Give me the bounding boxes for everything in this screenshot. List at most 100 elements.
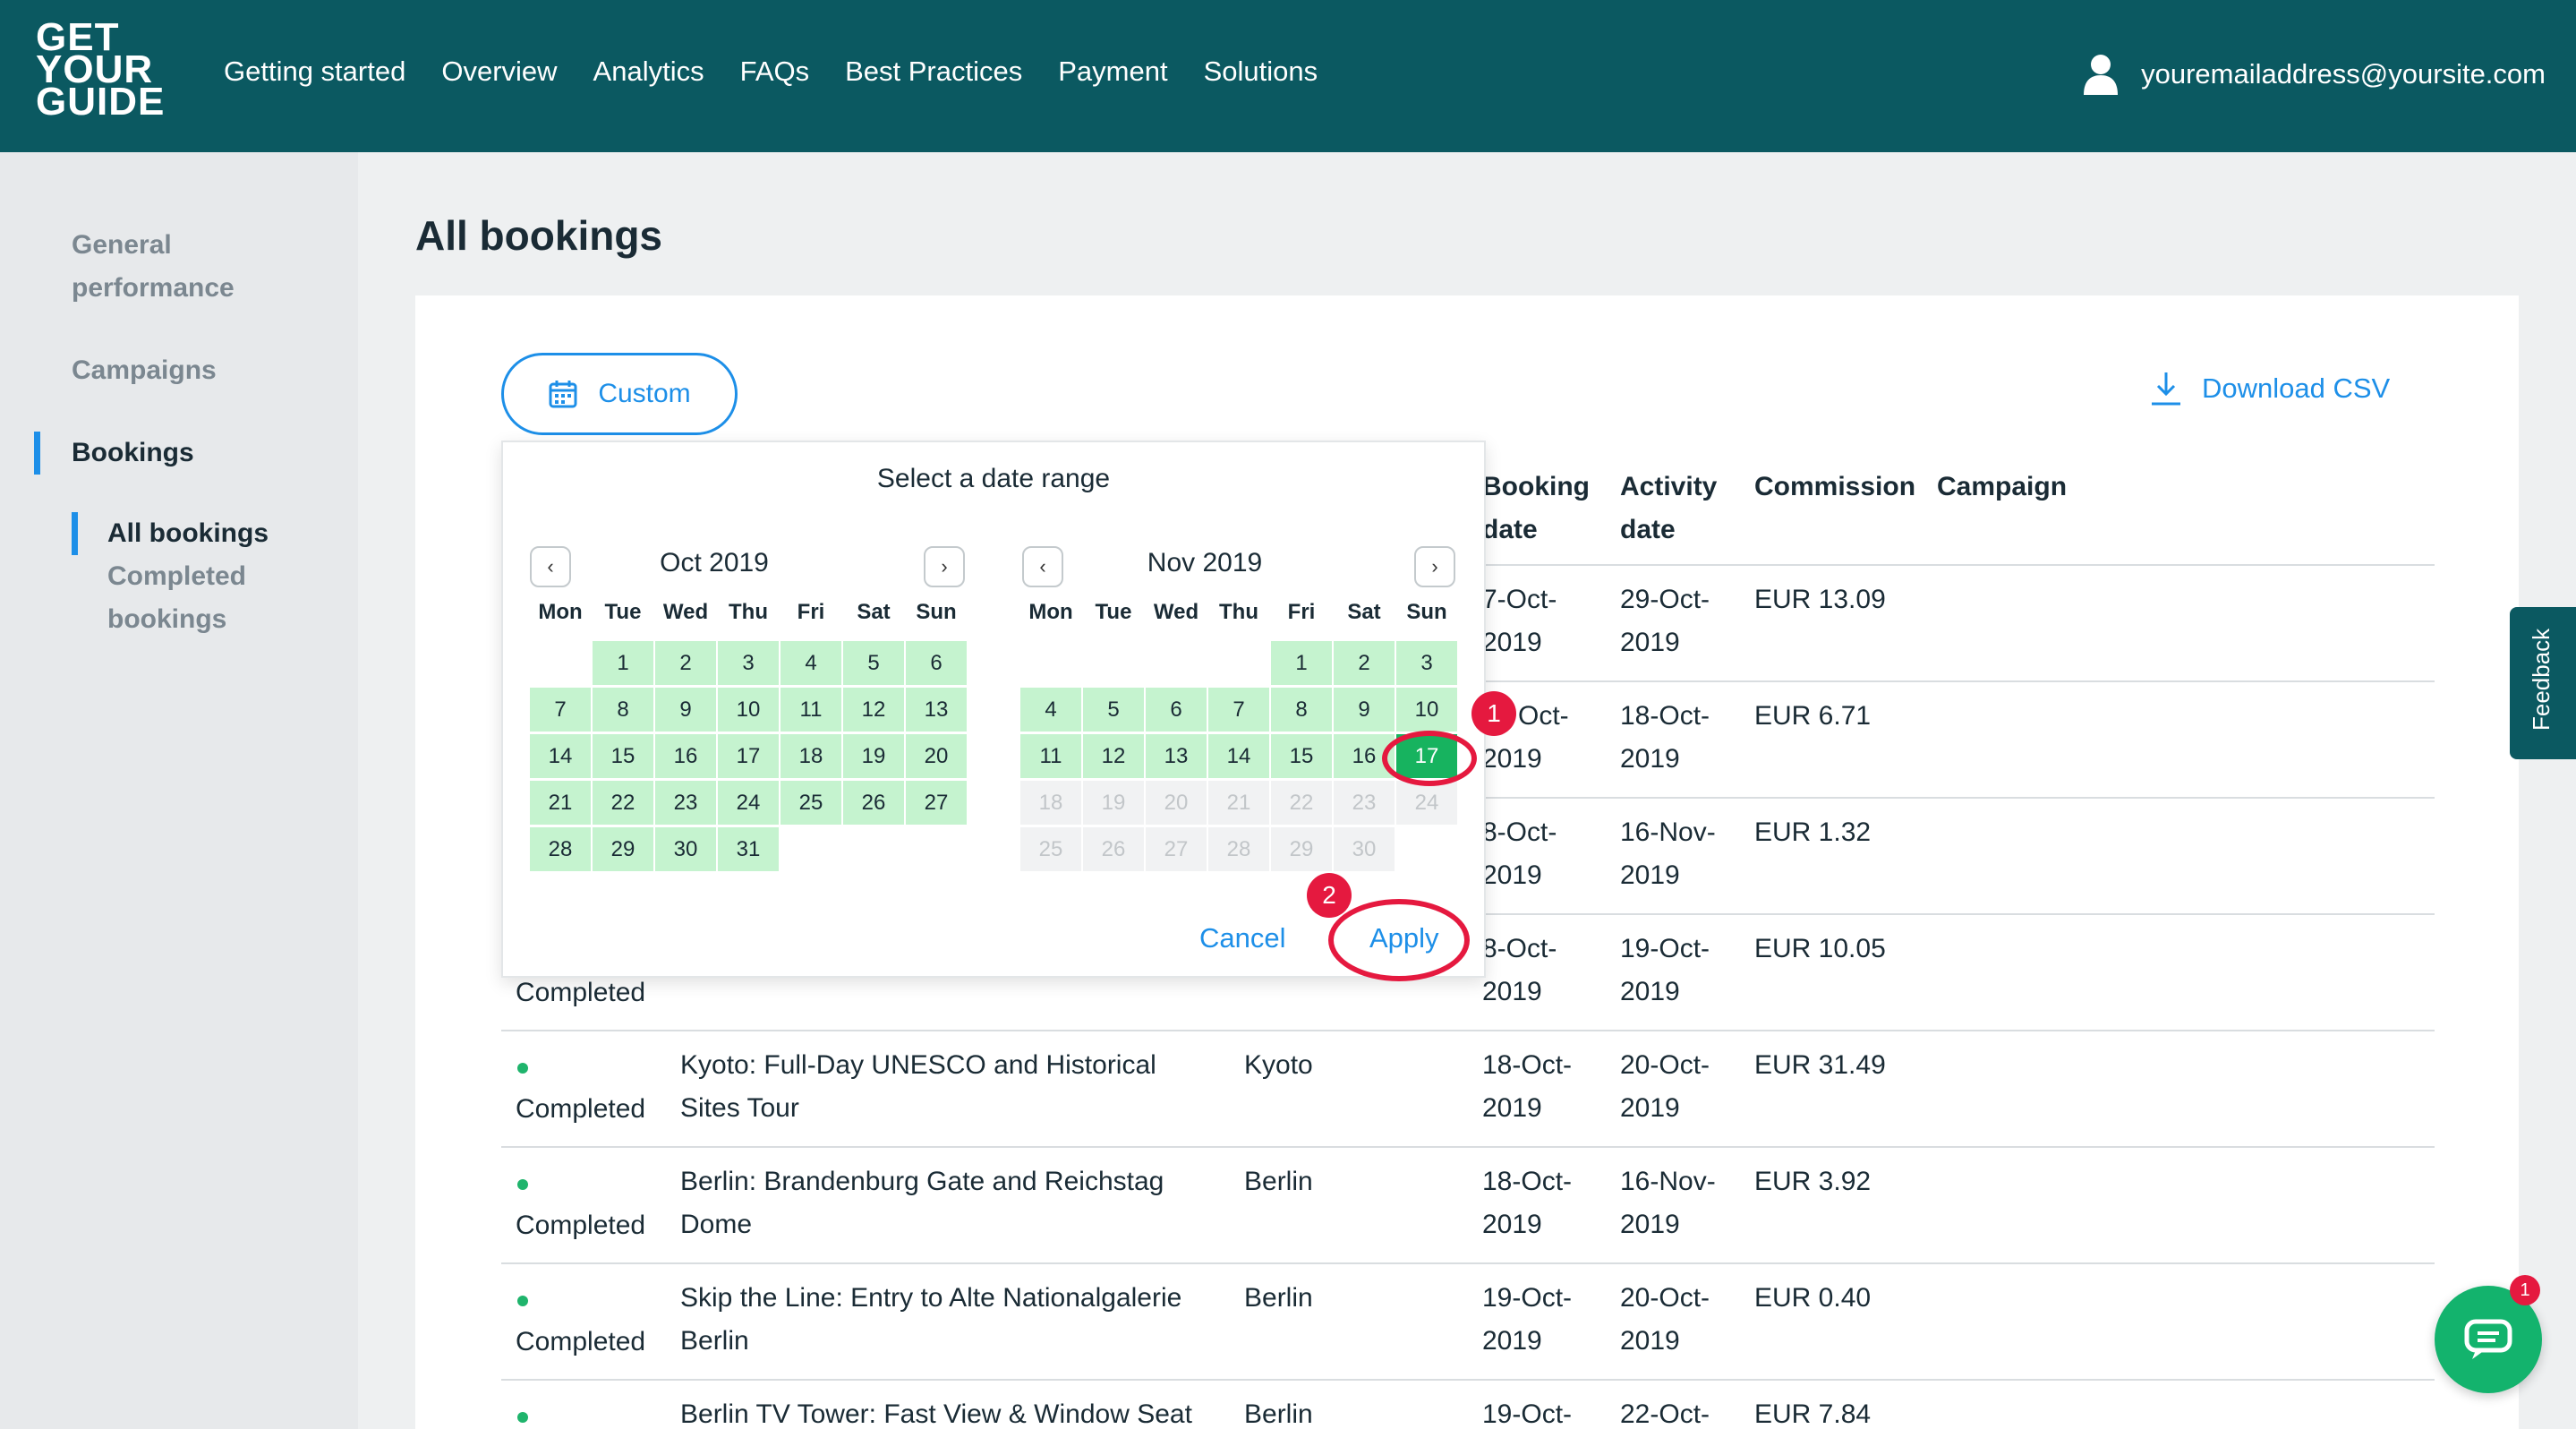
calendar-day[interactable]: 3 [1396, 641, 1457, 685]
calendar-day[interactable]: 7 [530, 688, 591, 732]
calendar-day[interactable]: 14 [1208, 734, 1269, 778]
download-icon [2152, 372, 2180, 406]
date-text: 2019 [1620, 1326, 1680, 1356]
calendar-day[interactable]: 27 [906, 781, 967, 825]
calendar-day[interactable]: 12 [1083, 734, 1144, 778]
nav-faqs[interactable]: FAQs [740, 56, 810, 88]
date-text: 16-Nov- [1620, 817, 1716, 847]
calendar-day[interactable]: 12 [843, 688, 904, 732]
calendar-day[interactable]: 15 [1271, 734, 1332, 778]
activity-text: Dome [680, 1210, 753, 1239]
calendar-day[interactable]: 20 [906, 734, 967, 778]
next-month-button[interactable]: › [924, 546, 965, 587]
sidebar-sub-completed-bookings[interactable]: Completed bookings [107, 555, 246, 641]
calendar-day[interactable]: 14 [530, 734, 591, 778]
download-csv-link[interactable]: Download CSV [2150, 371, 2390, 406]
sidebar-item-bookings[interactable]: Bookings [72, 432, 194, 475]
date-range-button[interactable]: Custom [501, 353, 738, 435]
column-header-booking-date[interactable]: Booking date [1482, 466, 1590, 552]
activity-name[interactable]: Skip the Line: Entry to Alte Nationalgal… [680, 1277, 1181, 1363]
calendar-day[interactable]: 10 [1396, 688, 1457, 732]
activity-date: 22-Oct- [1620, 1399, 1710, 1429]
weekday-label: Thu [1219, 600, 1258, 624]
calendar-day[interactable]: 7 [1208, 688, 1269, 732]
calendar-day[interactable]: 9 [655, 688, 716, 732]
calendar-day[interactable]: 31 [718, 827, 779, 871]
commission: EUR 0.40 [1754, 1283, 1872, 1313]
weekday-label: Thu [729, 600, 768, 624]
feedback-tab[interactable]: Feedback [2510, 607, 2576, 759]
calendar-day[interactable]: 3 [718, 641, 779, 685]
getyourguide-logo[interactable]: GET YOUR GUIDE [36, 18, 166, 124]
calendar-day[interactable]: 25 [780, 781, 841, 825]
calendar-day[interactable]: 10 [718, 688, 779, 732]
calendar-day[interactable]: 11 [1020, 734, 1081, 778]
calendar-day[interactable]: 5 [1083, 688, 1144, 732]
logo-line: GUIDE [36, 80, 166, 124]
calendar-day[interactable]: 1 [1271, 641, 1332, 685]
calendar-day[interactable]: 23 [655, 781, 716, 825]
sidebar-sub-all-bookings[interactable]: All bookings [107, 512, 269, 555]
calendar-day[interactable]: 21 [530, 781, 591, 825]
calendar-day[interactable]: 16 [655, 734, 716, 778]
nav-best-practices[interactable]: Best Practices [845, 56, 1022, 88]
city: Berlin [1244, 1399, 1313, 1429]
calendar-day[interactable]: 13 [1146, 734, 1207, 778]
nav-solutions[interactable]: Solutions [1204, 56, 1318, 88]
calendar-day[interactable]: 6 [906, 641, 967, 685]
calendar-day[interactable]: 1 [593, 641, 653, 685]
cancel-button[interactable]: Cancel [1199, 922, 1286, 954]
nav-analytics[interactable]: Analytics [593, 56, 704, 88]
next-month-button[interactable]: › [1414, 546, 1455, 587]
activity-date: 19-Oct- 2019 [1620, 928, 1710, 1014]
prev-month-button[interactable]: ‹ [1022, 546, 1063, 587]
calendar-day[interactable]: 5 [843, 641, 904, 685]
calendar-day[interactable]: 2 [655, 641, 716, 685]
date-text: 20-Oct- [1620, 1283, 1710, 1313]
city: Berlin [1244, 1167, 1313, 1196]
calendar-day[interactable]: 8 [1271, 688, 1332, 732]
sidebar-item-label: General [72, 230, 172, 260]
sidebar-item-campaigns[interactable]: Campaigns [72, 349, 217, 392]
calendar-day[interactable]: 19 [843, 734, 904, 778]
calendar-day[interactable]: 29 [593, 827, 653, 871]
calendar-day[interactable]: 6 [1146, 688, 1207, 732]
calendar-day[interactable]: 26 [843, 781, 904, 825]
nav-overview[interactable]: Overview [441, 56, 557, 88]
calendar-day[interactable]: 9 [1334, 688, 1395, 732]
calendar-day[interactable]: 17 [718, 734, 779, 778]
calendar-day[interactable]: 13 [906, 688, 967, 732]
calendar-day[interactable]: 28 [530, 827, 591, 871]
activity-text: Kyoto: Full-Day UNESCO and Historical [680, 1050, 1156, 1080]
user-email: youremailaddress@yoursite.com [2141, 58, 2546, 90]
calendar-day[interactable]: 18 [780, 734, 841, 778]
calendar-day[interactable]: 30 [655, 827, 716, 871]
calendar-day[interactable]: 4 [1020, 688, 1081, 732]
calendar-day[interactable]: 2 [1334, 641, 1395, 685]
calendar-day: 19 [1083, 781, 1144, 825]
date-text: 18-Oct- [1482, 1167, 1573, 1196]
activity-name[interactable]: Berlin: Brandenburg Gate and Reichstag Do… [680, 1160, 1164, 1246]
prev-month-button[interactable]: ‹ [530, 546, 571, 587]
activity-name[interactable]: Kyoto: Full-Day UNESCO and Historical Sit… [680, 1044, 1156, 1130]
sidebar-item-general-performance[interactable]: General performance [72, 224, 235, 310]
step-badge-1: 1 [1471, 691, 1516, 736]
chevron-left-icon: ‹ [1039, 555, 1046, 578]
calendar-day[interactable]: 15 [593, 734, 653, 778]
nav-getting-started[interactable]: Getting started [224, 56, 405, 88]
nav-payment[interactable]: Payment [1058, 56, 1167, 88]
header-text: date [1482, 515, 1538, 544]
activity-name[interactable]: Berlin TV Tower: Fast View & Window Seat [680, 1393, 1192, 1429]
user-menu[interactable]: youremailaddress@yoursite.com [2084, 54, 2546, 95]
weekday-label: Tue [604, 600, 642, 624]
calendar-day[interactable]: 4 [780, 641, 841, 685]
calendar-day[interactable]: 11 [780, 688, 841, 732]
column-header-campaign[interactable]: Campaign [1937, 466, 2067, 509]
calendar-day[interactable]: 8 [593, 688, 653, 732]
date-text: 2019 [1620, 744, 1680, 774]
column-header-activity-date[interactable]: Activity date [1620, 466, 1717, 552]
calendar-day[interactable]: 24 [718, 781, 779, 825]
column-header-commission[interactable]: Commission [1754, 466, 1915, 509]
calendar-day[interactable]: 22 [593, 781, 653, 825]
status-label: Completed [516, 1094, 646, 1124]
